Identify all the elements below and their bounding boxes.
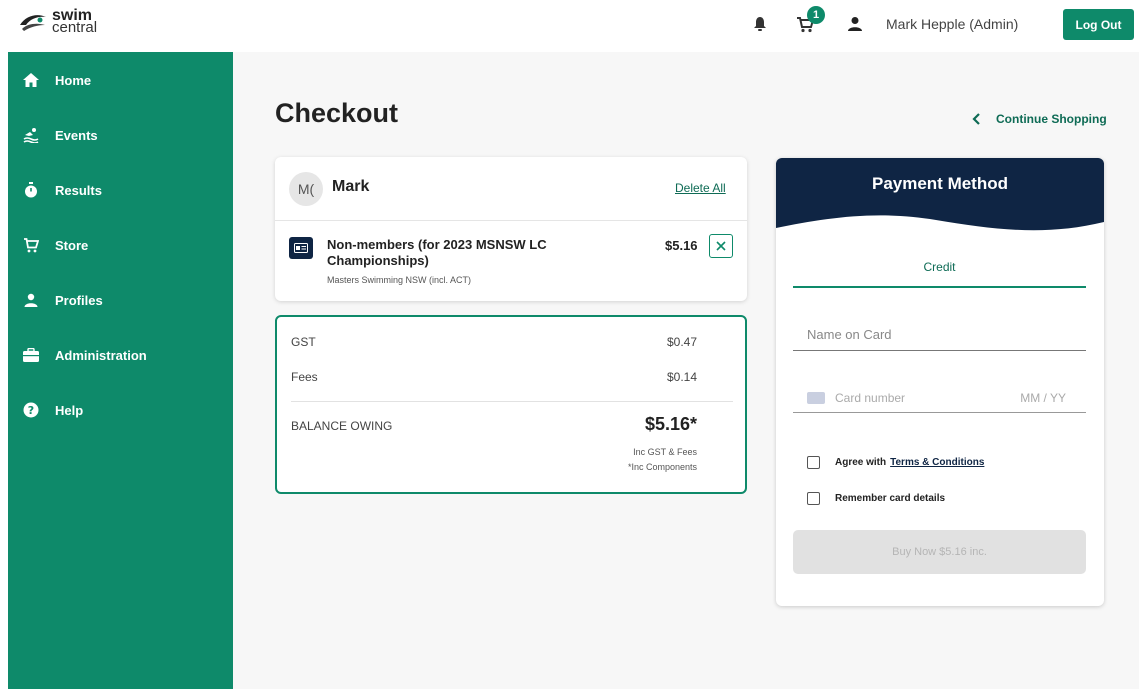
user-name[interactable]: Mark Hepple (Admin) (886, 16, 1018, 32)
remove-item-button[interactable] (709, 234, 733, 258)
cart-item-name: Non-members (for 2023 MSNSW LC Champions… (327, 237, 547, 268)
app: swim central 1 Mark Hepple (Admin) Log O… (0, 0, 1139, 689)
terms-conditions-link[interactable]: Terms & Conditions (890, 457, 984, 468)
stopwatch-icon (22, 181, 40, 199)
cart-owner-name: Mark (332, 178, 370, 195)
balance-note-inc-gst: Inc GST & Fees (633, 447, 697, 457)
sidebar-item-label: Profiles (55, 292, 103, 308)
remember-card-label: Remember card details (835, 493, 946, 504)
sidebar-item-administration[interactable]: Administration (8, 335, 233, 375)
balance-note-components: *Inc Components (627, 462, 697, 472)
home-icon (22, 71, 40, 89)
close-icon (716, 241, 726, 251)
totals-divider (291, 401, 733, 402)
cart-item-price: $5.16 (665, 238, 698, 253)
swim-central-logo[interactable]: swim central (18, 8, 98, 36)
membership-card-icon (289, 237, 313, 259)
sidebar-item-store[interactable]: Store (8, 225, 233, 265)
expiry-field[interactable]: MM / YY (1020, 391, 1066, 405)
name-on-card-field[interactable]: Name on Card (793, 321, 1086, 351)
logo-text: swim central (52, 8, 98, 36)
sidebar-item-results[interactable]: Results (8, 170, 233, 210)
chevron-left-icon (972, 113, 980, 125)
top-header: swim central 1 Mark Hepple (Admin) Log O… (0, 0, 1139, 52)
help-icon: ? (22, 401, 40, 419)
avatar: M( (289, 172, 323, 206)
briefcase-icon (22, 346, 40, 364)
gst-value: $0.47 (666, 335, 697, 349)
balance-owing-label: BALANCE OWING (291, 419, 393, 433)
cart-divider (275, 220, 747, 221)
sidebar-item-profiles[interactable]: Profiles (8, 280, 233, 320)
tab-credit[interactable]: Credit (793, 256, 1086, 288)
delete-all-link[interactable]: Delete All (675, 181, 726, 195)
agree-terms-label: Agree with (835, 457, 887, 468)
cart-item-organisation: Masters Swimming NSW (incl. ACT) (327, 275, 472, 285)
buy-now-button[interactable]: Buy Now $5.16 inc. (793, 530, 1086, 574)
cart-count-badge: 1 (807, 6, 825, 24)
sidebar-item-label: Store (55, 237, 89, 253)
card-number-placeholder: Card number (835, 391, 906, 405)
cart-icon (22, 236, 40, 254)
sidebar-item-home[interactable]: Home (8, 60, 233, 100)
sidebar-item-events[interactable]: Events (8, 115, 233, 155)
credit-card-icon (807, 392, 825, 404)
payment-header-wave (776, 158, 1104, 231)
swimmer-icon (22, 126, 40, 144)
continue-shopping-link[interactable]: Continue Shopping (972, 112, 1107, 126)
sidebar: Home Events Results Store Profiles Admin… (8, 52, 233, 689)
bell-icon[interactable] (750, 14, 770, 34)
fees-value: $0.14 (666, 370, 697, 384)
agree-terms-checkbox[interactable] (807, 456, 820, 469)
sidebar-item-label: Results (55, 182, 102, 198)
swimmer-logo-icon (20, 15, 46, 31)
sidebar-item-label: Events (55, 127, 98, 143)
payment-method-title: Payment Method (871, 174, 1009, 193)
user-icon[interactable] (845, 14, 865, 34)
cart-card: M( Mark Delete All Non-members (for 2023… (275, 157, 747, 301)
sidebar-item-help[interactable]: ? Help (8, 390, 233, 430)
agree-terms-row: Agree with Terms & Conditions (807, 456, 984, 469)
gst-label: GST (291, 335, 316, 349)
card-number-field[interactable]: Card number MM / YY (793, 385, 1086, 413)
totals-card: GST $0.47 Fees $0.14 BALANCE OWING $5.16… (275, 315, 747, 494)
svg-text:?: ? (28, 404, 34, 417)
person-icon (22, 291, 40, 309)
continue-shopping-label: Continue Shopping (996, 112, 1107, 126)
balance-owing-value: $5.16* (644, 414, 697, 434)
page-title: Checkout (275, 98, 399, 128)
logout-button[interactable]: Log Out (1063, 9, 1134, 40)
sidebar-item-label: Help (55, 402, 84, 418)
remember-card-checkbox[interactable] (807, 492, 820, 505)
sidebar-item-label: Administration (55, 347, 147, 363)
logo-line-2: central (52, 19, 98, 36)
remember-card-row: Remember card details (807, 492, 945, 505)
sidebar-item-label: Home (55, 72, 92, 88)
fees-label: Fees (291, 370, 318, 384)
payment-method-card: Payment Method Credit Name on Card Card … (776, 158, 1104, 606)
